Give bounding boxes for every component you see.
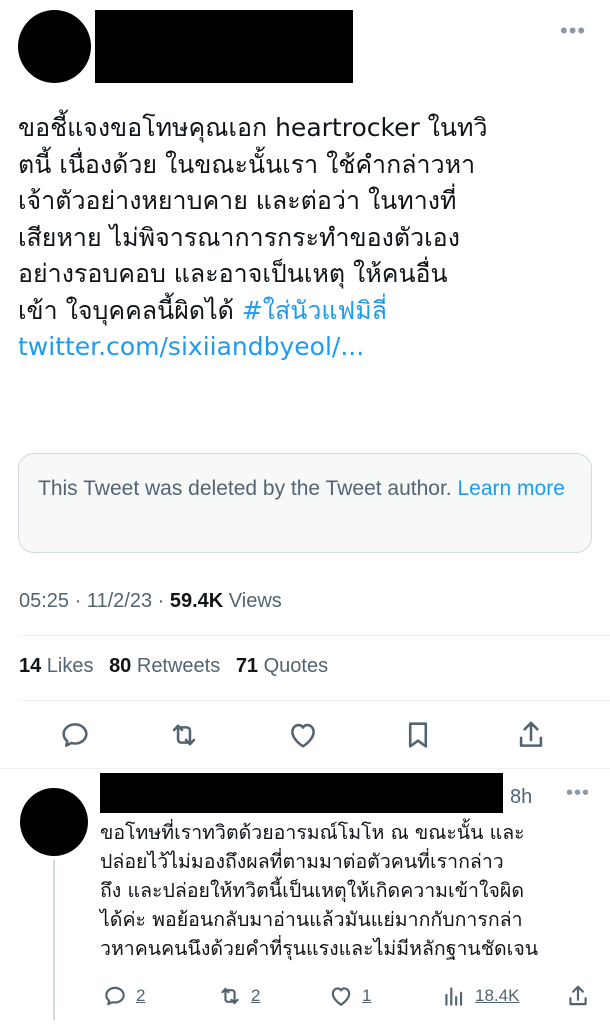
likes-stat[interactable]: 14 Likes — [19, 655, 94, 677]
bookmark-button[interactable] — [401, 718, 435, 752]
retweet-button[interactable]: 2 — [217, 982, 260, 1010]
hashtag-link[interactable]: #ใส่นัวแฟมิลี่ — [242, 296, 387, 325]
reply-button[interactable] — [58, 718, 92, 752]
reply-tweet[interactable]: 8h ••• ขอโทษที่เราทวิตด้วยอารมณ์โมโห ณ ข… — [0, 770, 610, 1024]
retweets-stat[interactable]: 80 Retweets — [109, 655, 220, 677]
reply-text-line: ขอโทษที่เราทวิตด้วยอารมณ์โมโห ณ ขณะนั้น … — [100, 821, 525, 844]
tweet-text-line: ตนี้ เนื่องด้วย ในขณะนั้นเรา ใช้คำกล่าวห… — [18, 149, 476, 179]
tweet-meta: 05:25 · 11/2/23 · 59.4K Views — [19, 590, 282, 613]
tweet-text-line: อย่างรอบคอบ และอาจเป็นเหตุ ให้คนอื่น — [18, 259, 448, 288]
reply-text-line: วหาคนคนนึงด้วยคำที่รุนแรงและไม่มีหลักฐาน… — [100, 937, 539, 960]
redacted-author-name — [95, 10, 353, 83]
likes-count: 14 — [19, 655, 42, 677]
tweet-text-line: เข้า ใจบุคคลนี้ผิดได้ #ใส่นัวแฟมิลี่ — [18, 293, 596, 330]
deleted-quote-notice: This Tweet was deleted by the Tweet auth… — [18, 453, 592, 553]
reply-icon — [62, 723, 88, 747]
reply-text-line: ได้ค่ะ พอย้อนกลับมาอ่านแล้วมันแย่มากกับก… — [100, 908, 523, 931]
engagement-stats: 14 Likes 80 Retweets 71 Quotes — [19, 655, 328, 678]
tweet-text-fragment: เข้า ใจบุคคลนี้ผิดได้ — [18, 295, 242, 325]
like-count: 1 — [362, 986, 372, 1005]
reply-button[interactable]: 2 — [102, 982, 145, 1010]
retweet-icon — [221, 987, 239, 1005]
quotes-count: 71 — [235, 655, 259, 677]
tweet-timestamp[interactable]: 05:25 · 11/2/23 · — [19, 590, 170, 612]
reply-actions: 2 2 1 18.4K — [0, 982, 610, 1010]
quotes-stat[interactable]: 71 Quotes — [236, 655, 328, 677]
avatar[interactable] — [18, 10, 91, 83]
heart-icon — [291, 723, 315, 748]
retweet-icon — [172, 724, 196, 746]
divider — [18, 700, 610, 701]
divider — [0, 768, 610, 769]
deleted-notice-text: This Tweet was deleted by the Tweet auth… — [38, 477, 458, 500]
tweet-text-line: เสียหาย ไม่พิจารณาการกระทำของตัวเอง — [18, 222, 460, 252]
like-button[interactable] — [286, 718, 320, 752]
share-icon — [569, 985, 587, 1006]
tweet-text-line: เจ้าตัวอย่างหยาบคาย และต่อว่า ในทางที่ — [18, 186, 457, 215]
analytics-icon — [445, 987, 463, 1006]
views-count: 59.4K — [169, 590, 224, 612]
views-button[interactable]: 18.4K — [441, 982, 519, 1010]
divider — [18, 635, 610, 636]
avatar[interactable] — [20, 788, 88, 856]
reply-text-line: ถึง และปล่อยให้ทวิตนี้เป็นเหตุให้เกิดควา… — [100, 879, 525, 902]
tweet-text-line: ขอชี้แจงขอโทษคุณเอก heartrocker ในทวิ — [18, 113, 488, 142]
main-tweet: ••• ขอชี้แจงขอโทษคุณเอก heartrocker ในทว… — [0, 0, 610, 770]
reply-count: 2 — [136, 986, 146, 1005]
bookmark-icon — [408, 722, 428, 748]
retweets-count: 80 — [109, 655, 132, 677]
views-label: Views — [223, 590, 282, 612]
quotes-label: Quotes — [258, 655, 329, 677]
heart-icon — [331, 987, 351, 1006]
share-button[interactable] — [514, 718, 548, 752]
tweet-text: ขอชี้แจงขอโทษคุณเอก heartrocker ในทวิ ตน… — [18, 110, 596, 366]
tweet-actions — [0, 718, 610, 752]
reply-text-line: ปล่อยไว้ไม่มองถึงผลที่ตามมาต่อตัวคนที่เร… — [100, 850, 504, 873]
more-options-icon[interactable]: ••• — [560, 18, 586, 44]
share-button[interactable] — [565, 982, 591, 1010]
reply-text: ขอโทษที่เราทวิตด้วยอารมณ์โมโห ณ ขณะนั้น … — [100, 818, 600, 963]
like-button[interactable]: 1 — [328, 982, 371, 1010]
views-count: 18.4K — [475, 986, 520, 1005]
retweet-button[interactable] — [167, 718, 201, 752]
redacted-author-name — [100, 773, 503, 813]
more-options-icon[interactable]: ••• — [566, 782, 590, 805]
reply-icon — [105, 986, 125, 1006]
learn-more-link[interactable]: Learn more — [457, 477, 564, 500]
share-icon — [519, 721, 543, 747]
retweets-label: Retweets — [131, 655, 221, 677]
reply-timestamp[interactable]: 8h — [510, 786, 532, 809]
retweet-count: 2 — [251, 986, 261, 1005]
likes-label: Likes — [41, 655, 94, 677]
tweet-url-link[interactable]: twitter.com/sixiiandbyeol/... — [18, 329, 596, 366]
